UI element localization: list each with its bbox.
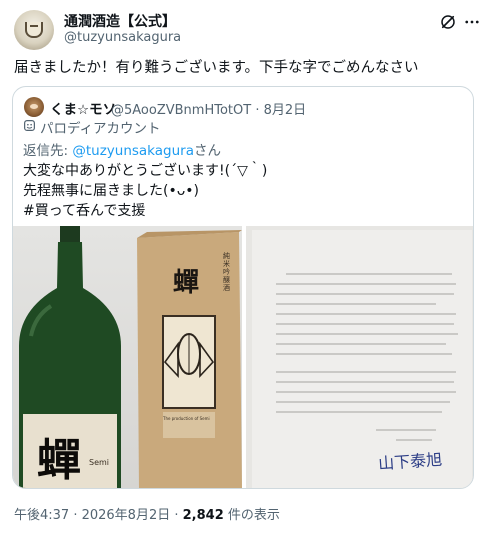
parody-label-text: パロディアカウント — [40, 121, 161, 137]
author-handle[interactable]: @tuzyunsakagura — [64, 30, 181, 45]
quoted-author-handle: @5AooZVBnmHTotOT · 8月2日 — [111, 103, 307, 118]
quoted-hashtag-line: #買って呑んで支援 — [23, 200, 145, 220]
reply-to-line: 返信先: @tuzyunsakaguraさん — [23, 139, 221, 159]
tweet-meta: 午後4:37 · 2026年8月2日 · 2,842 件の表示 — [14, 504, 280, 523]
tweet-text: 届きましたか！有り難うございます。下手な字でごめんなさい — [14, 60, 419, 76]
box-label: 蟬 — [173, 268, 200, 298]
box-vertical-text: 純米吟醸酒 — [223, 252, 230, 292]
reply-prefix: 返信先: — [23, 143, 73, 159]
reply-mention-link[interactable]: @tuzyunsakagura — [72, 143, 194, 159]
quoted-tweet-card[interactable]: くま☆モソ @5AooZVBnmHTotOT · 8月2日 パロディアカウント … — [12, 86, 474, 489]
more-options-icon[interactable] — [460, 10, 484, 34]
quoted-author-name: くま☆モソ — [50, 102, 117, 118]
quoted-text-line-2: 先程無事に届きました(•ᴗ•) — [23, 183, 200, 199]
views-suffix: 件の表示 — [223, 508, 280, 523]
tweet-timestamp[interactable]: 午後4:37 · 2026年8月2日 · — [14, 508, 183, 523]
view-count: 2,842 — [182, 508, 224, 523]
quoted-avatar — [24, 97, 44, 117]
author-name[interactable]: 通潤酒造【公式】 — [64, 11, 176, 31]
parody-account-label: パロディアカウント — [23, 117, 161, 137]
reply-suffix: さん — [194, 143, 221, 159]
sake-bottle-photo[interactable]: 蟬 純米吟醸酒 The production of Semi 蟬 Semi — [13, 226, 242, 488]
parody-mask-icon — [23, 119, 36, 136]
hashtag-link[interactable]: #買って呑んで支援 — [23, 203, 145, 219]
grok-icon[interactable] — [436, 10, 460, 34]
handwritten-letter-photo[interactable]: 山下泰旭 — [246, 226, 473, 488]
bottle-sublabel: Semi — [89, 458, 110, 467]
bottle-label: 蟬 — [37, 435, 81, 486]
quoted-text-line-1: 大変な中ありがとうございます!(´▽｀) — [23, 163, 268, 179]
letter-signature: 山下泰旭 — [377, 449, 443, 474]
box-caption: The production of Semi — [163, 416, 210, 421]
author-avatar[interactable] — [14, 10, 54, 50]
